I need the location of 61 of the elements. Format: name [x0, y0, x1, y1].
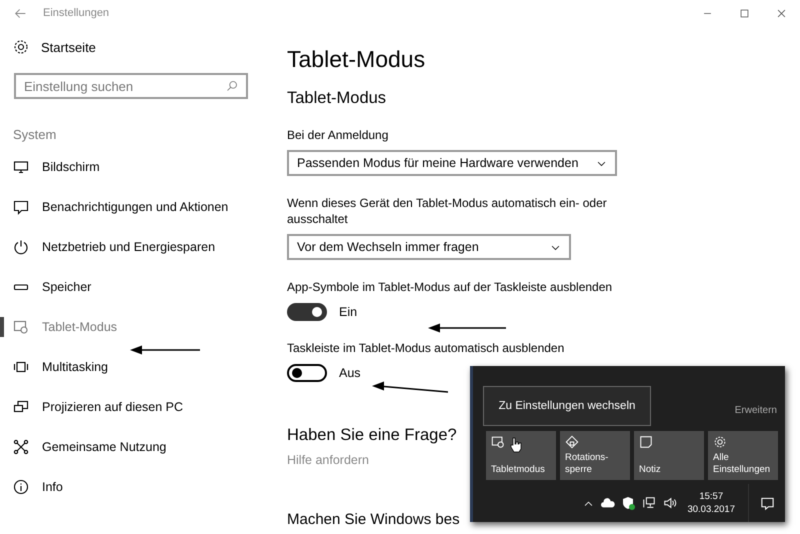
toggle-state: Aus — [339, 366, 361, 380]
setting-label: Taskleiste im Tablet-Modus automatisch ausblenden — [287, 340, 566, 356]
note-icon — [639, 435, 653, 449]
search-field[interactable]: Einstellung suchen — [14, 73, 248, 99]
sidebar-item[interactable]: Speicher — [0, 267, 272, 307]
clock-time: 15:57 — [699, 490, 724, 503]
power-icon — [13, 239, 29, 255]
expand-link[interactable]: Erweitern — [734, 405, 777, 416]
clock-date: 30.03.2017 — [687, 503, 735, 516]
network-icon — [642, 496, 656, 510]
sidebar-item[interactable]: Bildschirm — [0, 147, 272, 187]
setting-label: Bei der Anmeldung — [287, 127, 390, 143]
section-title: Machen Sie Windows bes — [287, 511, 460, 528]
speech-bubble-icon — [760, 496, 774, 510]
page-title: Tablet-Modus — [287, 46, 426, 73]
section-title: Tablet-Modus — [287, 89, 386, 108]
cloud-icon — [601, 497, 616, 509]
setting-label: Wenn dieses Gerät den Tablet-Modus automatisch ein- oder ausschaltet — [287, 195, 608, 227]
quick-action-tile[interactable]: Rotations- sperre — [560, 431, 630, 480]
search-icon — [226, 80, 238, 92]
tablet-icon — [13, 319, 29, 335]
windows-icon — [13, 359, 29, 375]
tooltip: Zu Einstellungen wechseln — [483, 386, 651, 426]
quick-action-tile[interactable]: Alle Einstellungen — [708, 431, 778, 480]
dropdown[interactable]: Vor dem Wechseln immer fragen — [287, 234, 571, 260]
sidebar-item[interactable]: Gemeinsame Nutzung — [0, 427, 272, 467]
annotation-arrow — [130, 344, 200, 356]
sidebar-item[interactable]: Benachrichtigungen und Aktionen — [0, 187, 272, 227]
help-heading: Haben Sie eine Frage? — [287, 426, 457, 445]
share-icon — [13, 439, 29, 455]
shield-icon — [622, 496, 636, 510]
window-title: Einstellungen — [43, 7, 110, 19]
info-icon — [13, 479, 29, 495]
toggle-switch[interactable] — [287, 364, 327, 382]
home-nav-item[interactable]: Startseite — [0, 34, 272, 60]
tablet-icon — [491, 435, 505, 449]
gear-icon — [13, 39, 29, 55]
section-heading: System — [12, 127, 58, 144]
maximize-icon — [739, 8, 750, 18]
close-icon — [776, 8, 787, 18]
toggle-switch[interactable] — [287, 303, 327, 321]
hand-cursor-icon — [510, 437, 522, 453]
sidebar-item[interactable]: Multitasking — [0, 347, 272, 387]
sidebar-item[interactable]: Tablet-Modus — [0, 307, 272, 347]
sidebar-item[interactable]: Info — [0, 467, 272, 507]
speaker-icon — [663, 496, 678, 510]
help-link[interactable]: Hilfe anfordern — [287, 453, 369, 467]
rotation-lock-icon — [565, 435, 579, 449]
back-arrow-icon — [14, 6, 27, 20]
dropdown[interactable]: Passenden Modus für meine Hardware verwenden — [287, 150, 618, 176]
selection-bar — [0, 317, 4, 337]
monitor-icon — [13, 159, 29, 175]
sidebar-item[interactable]: Netzbetrieb und Energiesparen — [0, 227, 272, 267]
quick-action-tile[interactable]: Notiz — [634, 431, 704, 480]
sidebar-item[interactable]: Projizieren auf diesen PC — [0, 387, 272, 427]
setting-label: App-Symbole im Tablet-Modus auf der Taskleiste ausblenden — [287, 279, 614, 295]
toggle-state: Ein — [339, 305, 358, 319]
quick-action-tile[interactable]: Tabletmodus — [486, 431, 556, 480]
gear-icon — [713, 435, 727, 449]
project-screens-icon — [13, 399, 29, 415]
speech-bubble-icon — [13, 199, 29, 215]
